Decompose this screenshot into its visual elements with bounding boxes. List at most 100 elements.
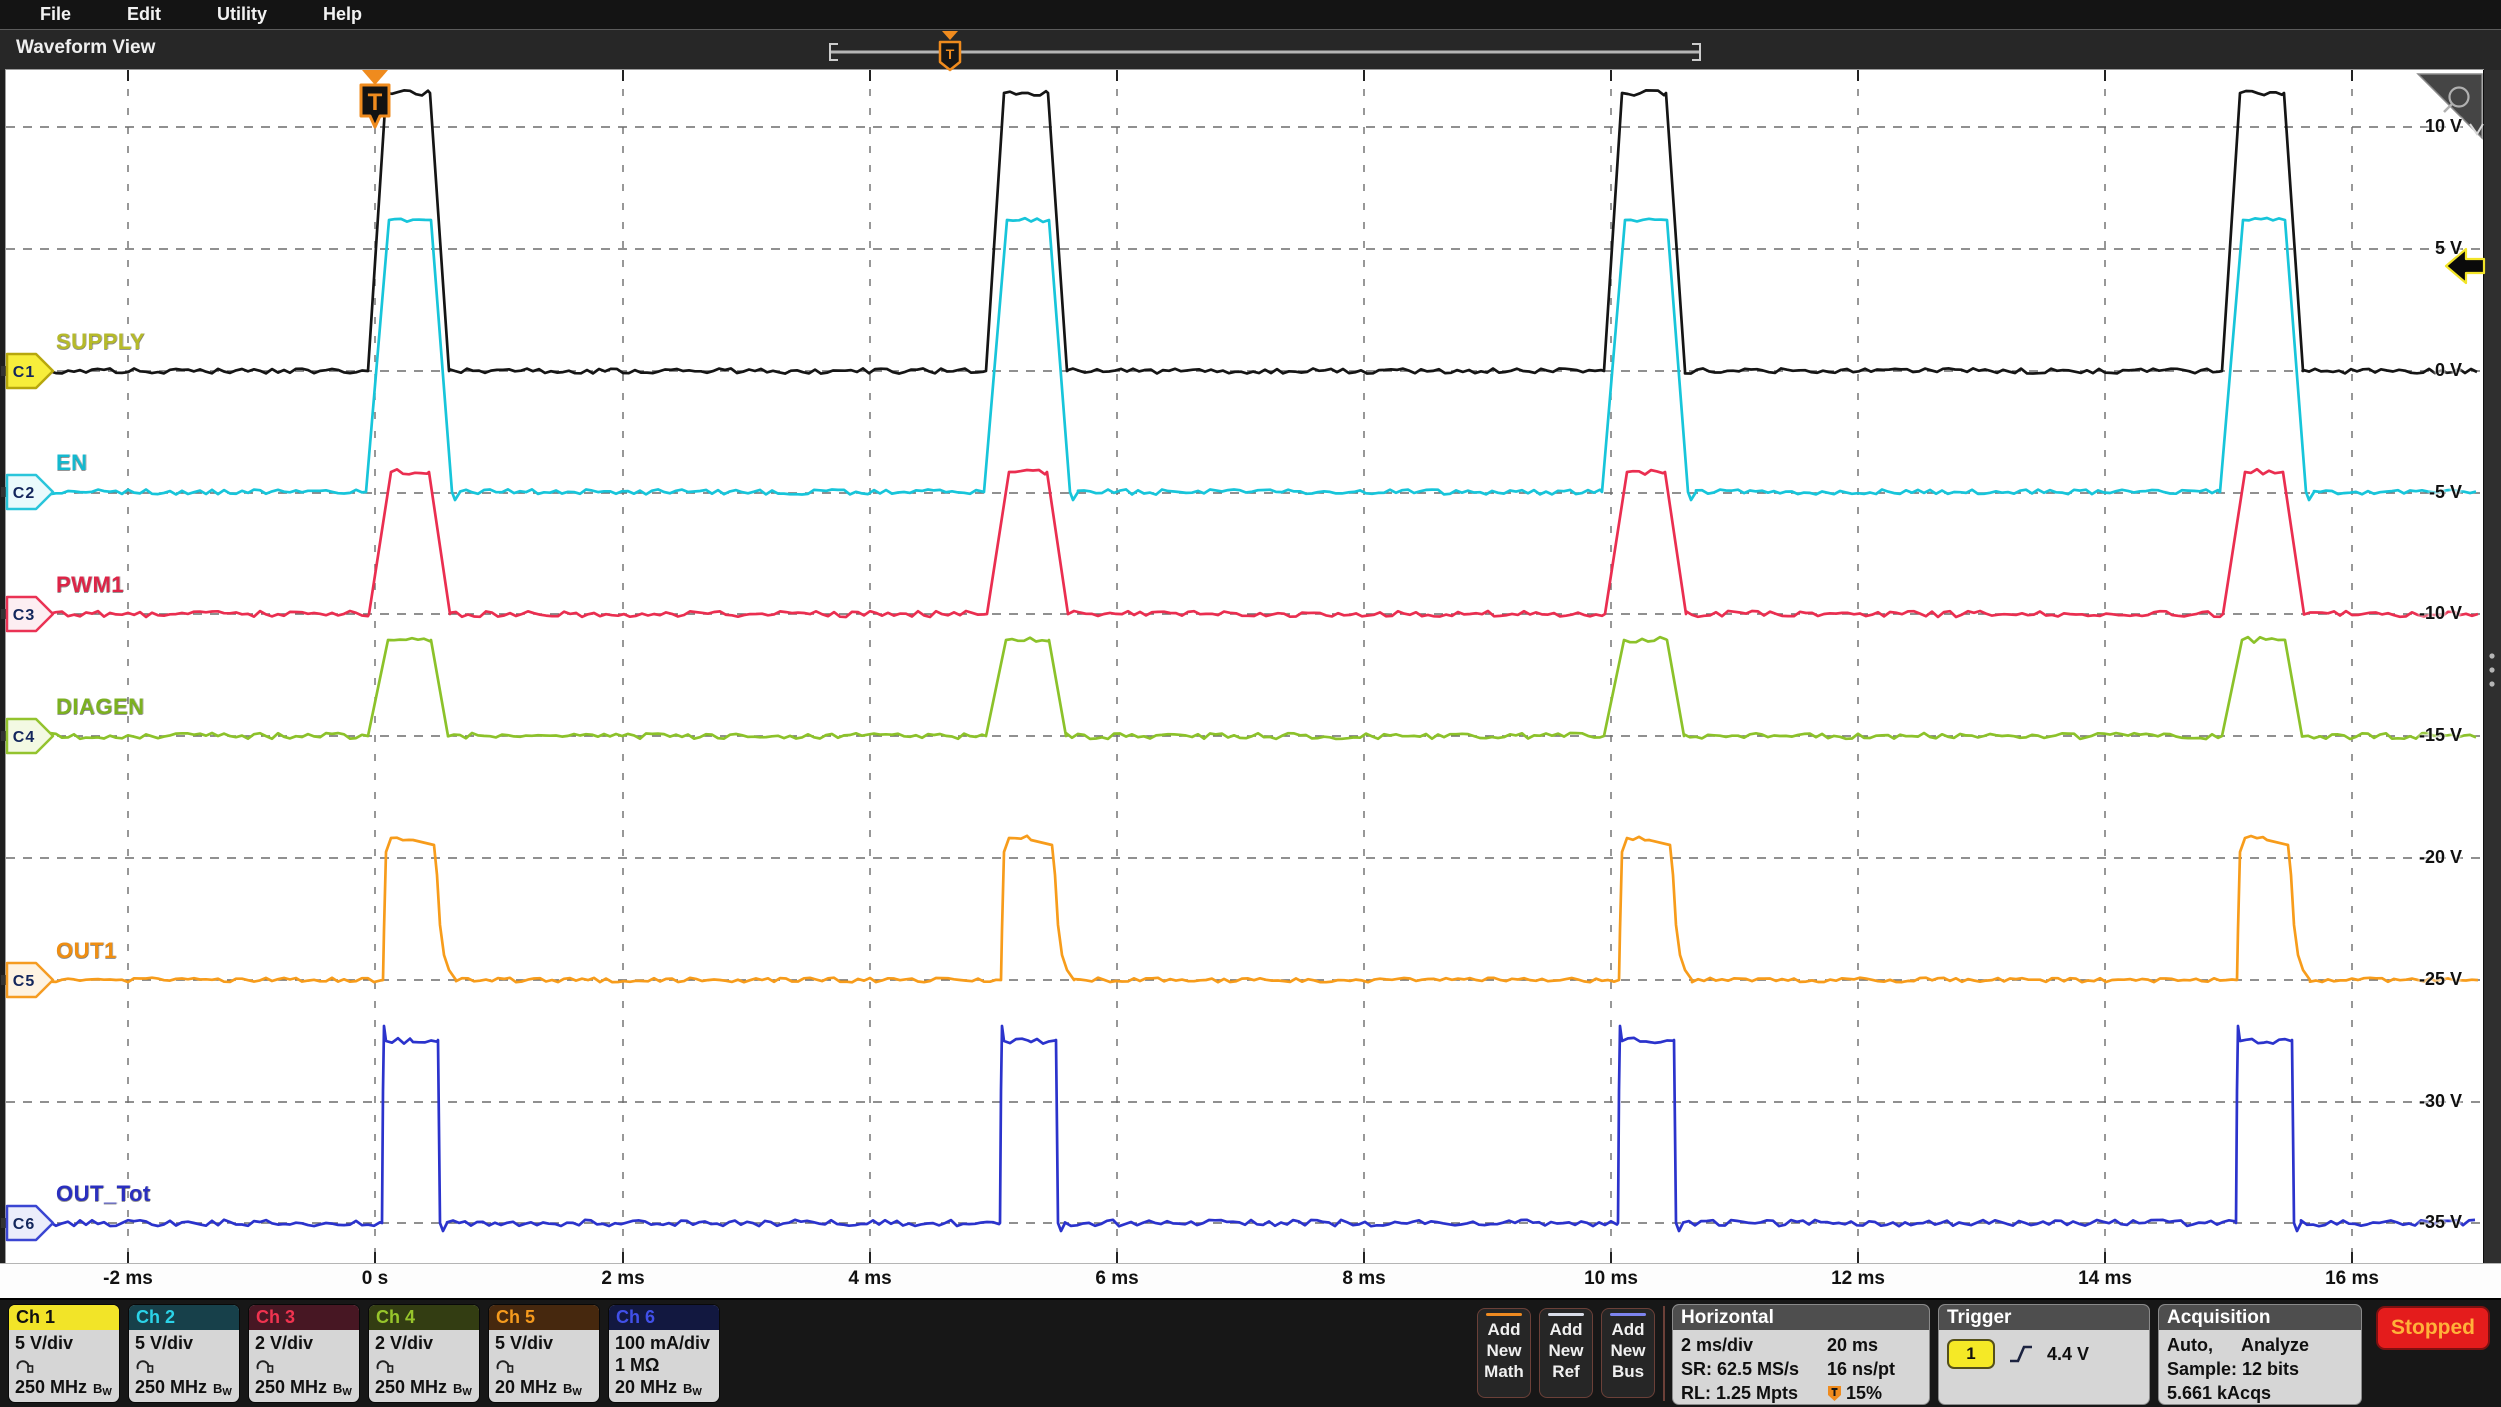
channel-scale: 5 V/div [15,1332,113,1355]
acquisition-analyze: Analyze [2241,1333,2309,1357]
channel-badge-body: 2 V/div 250 MHzBW [249,1330,359,1402]
x-axis-label: 12 ms [1813,1268,1903,1290]
channel-scale: 5 V/div [135,1332,233,1355]
wave-label-diagen: DIAGEN [56,694,145,720]
wave-label-pwm1: PWM1 [56,572,124,598]
channel-badge-body: 100 mA/div1 MΩ20 MHzBW [609,1330,719,1402]
horizontal-panel[interactable]: Horizontal 2 ms/div20 msSR: 62.5 MS/s16 … [1672,1304,1930,1405]
channel-badge-ch5[interactable]: Ch 55 V/div 20 MHzBW [488,1304,600,1403]
trigger-panel[interactable]: Trigger 1 4.4 V [1938,1304,2150,1405]
probe-icon [495,1358,515,1374]
button-accent [1548,1313,1584,1316]
y-axis-label: -35 V [2392,1212,2462,1233]
y-axis-label: -10 V [2392,603,2462,624]
probe-icon-row [15,1355,113,1376]
channel-impedance: 1 MΩ [615,1355,713,1376]
x-axis-label: 8 ms [1319,1268,1409,1290]
horizontal-value-right: 20 ms [1827,1333,1878,1357]
probe-icon-row [495,1355,593,1376]
rising-edge-icon [2007,1342,2035,1366]
channel-bandwidth: 250 MHzBW [255,1376,353,1402]
wave-label-en: EN [56,450,88,476]
probe-icon [135,1358,155,1374]
probe-icon-row [255,1355,353,1376]
y-axis-label: -15 V [2392,725,2462,746]
channel-badge-ch6[interactable]: Ch 6100 mA/div1 MΩ20 MHzBW [608,1304,720,1403]
x-axis-label: 0 s [330,1268,420,1290]
channel-scale: 5 V/div [495,1332,593,1355]
probe-icon [375,1358,395,1374]
plot-area[interactable] [6,70,2483,1263]
y-axis-label: -5 V [2392,482,2462,503]
channel-badge-body: 5 V/div 250 MHzBW [9,1330,119,1402]
horizontal-value-left: SR: 62.5 MS/s [1681,1357,1827,1381]
channel-badge-header: Ch 3 [249,1305,359,1330]
x-axis-label: -2 ms [83,1268,173,1290]
probe-icon [15,1358,35,1374]
menu-help[interactable]: Help [323,4,362,25]
acquisition-mode: Auto, [2167,1333,2213,1357]
trigger-source-badge[interactable]: 1 [1947,1339,1995,1369]
probe-icon [255,1358,275,1374]
channel-bandwidth: 250 MHzBW [135,1376,233,1402]
wave-label-out1: OUT1 [56,938,117,964]
horizontal-value-right: 16 ns/pt [1827,1357,1895,1381]
channel-badge-header: Ch 6 [609,1305,719,1330]
horizontal-value-left: RL: 1.25 Mpts [1681,1381,1827,1405]
wave-label-supply: SUPPLY [56,329,145,355]
channel-badge-body: 2 V/div 250 MHzBW [369,1330,479,1402]
menu-edit[interactable]: Edit [127,4,161,25]
add-new-bus-button[interactable]: AddNewBus [1601,1308,1655,1398]
horizontal-row: SR: 62.5 MS/s16 ns/pt [1681,1357,1921,1381]
channel-badge-ch4[interactable]: Ch 42 V/div250 MHzBW [368,1304,480,1403]
view-title: Waveform View [16,37,155,59]
x-axis-label: 16 ms [2307,1268,2397,1290]
button-accent [1486,1313,1522,1316]
channel-bandwidth: 250 MHzBW [375,1376,473,1402]
horizontal-row: RL: 1.25 Mpts15% [1681,1381,1921,1405]
x-axis-label: 2 ms [578,1268,668,1290]
channel-badge-body: 5 V/div 250 MHzBW [129,1330,239,1402]
channel-scale: 100 mA/div [615,1332,713,1355]
horizontal-panel-title: Horizontal [1673,1305,1929,1330]
x-axis-label: 6 ms [1072,1268,1162,1290]
horizontal-value-left: 2 ms/div [1681,1333,1827,1357]
channel-badge-ch3[interactable]: Ch 32 V/div 250 MHzBW [248,1304,360,1403]
probe-icon-row [375,1355,473,1376]
channel-badge-header: Ch 5 [489,1305,599,1330]
run-stop-button[interactable]: Stopped [2376,1306,2490,1350]
add-new-math-button[interactable]: AddNewMath [1477,1308,1531,1398]
channel-bandwidth: 20 MHzBW [615,1376,713,1402]
menu-bar: File Edit Utility Help [0,0,2501,29]
bottom-bar: Horizontal 2 ms/div20 msSR: 62.5 MS/s16 … [0,1298,2501,1407]
channel-scale: 2 V/div [255,1332,353,1355]
acquisition-panel-title: Acquisition [2159,1305,2361,1330]
trigger-level: 4.4 V [2047,1342,2089,1366]
channel-badge-ch1[interactable]: Ch 15 V/div 250 MHzBW [8,1304,120,1403]
channel-badge-ch2[interactable]: Ch 25 V/div250 MHzBW [128,1304,240,1403]
horizontal-row: 2 ms/div20 ms [1681,1333,1921,1357]
menu-utility[interactable]: Utility [217,4,267,25]
waveform-view-titlebar: Waveform View [0,29,2501,70]
button-accent [1610,1313,1646,1316]
add-new-ref-button[interactable]: AddNewRef [1539,1308,1593,1398]
right-gutter [2483,70,2501,1263]
channel-bandwidth: 20 MHzBW [495,1376,593,1402]
trigger-panel-title: Trigger [1939,1305,2149,1330]
x-axis-label: 10 ms [1566,1268,1656,1290]
wave-label-out_tot: OUT_Tot [56,1181,151,1207]
channel-badge-header: Ch 1 [9,1305,119,1330]
menu-file[interactable]: File [40,4,71,25]
channel-bandwidth: 250 MHzBW [15,1376,113,1402]
acquisition-sample: Sample: 12 bits [2167,1357,2353,1381]
x-axis-label: 14 ms [2060,1268,2150,1290]
y-axis-label: 0 V [2392,360,2462,381]
acquisition-panel[interactable]: Acquisition Auto, Analyze Sample: 12 bit… [2158,1304,2362,1405]
probe-icon-row [135,1355,233,1376]
horizontal-value-right: 15% [1827,1381,1882,1405]
trigger-position-icon [1827,1385,1842,1402]
channel-badge-body: 5 V/div 20 MHzBW [489,1330,599,1402]
y-axis-label: 5 V [2392,238,2462,259]
y-axis-label: -25 V [2392,969,2462,990]
channel-scale: 2 V/div [375,1332,473,1355]
